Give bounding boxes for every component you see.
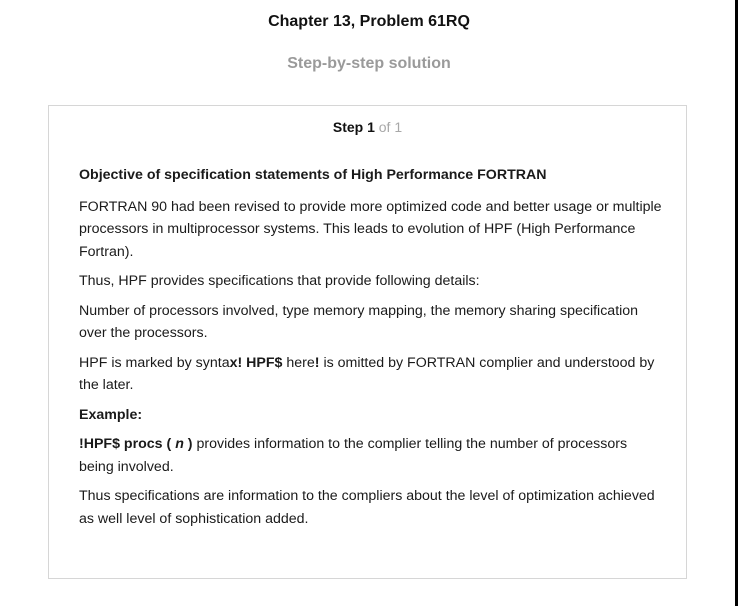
example-heading: Example: bbox=[79, 406, 143, 423]
solution-subtitle: Step-by-step solution bbox=[287, 55, 451, 72]
example-code-1: !HPF$ procs ( bbox=[79, 436, 176, 452]
syntax-bold-1: x! HPF$ bbox=[229, 354, 283, 371]
syntax-text-2: here bbox=[282, 354, 315, 371]
paragraph-fortran90: FORTRAN 90 had been revised to provide m… bbox=[79, 198, 662, 260]
step-header: Step 1 of 1 bbox=[49, 119, 686, 135]
paragraph-example: !HPF$ procs ( n ) provides information t… bbox=[79, 433, 664, 478]
objective-heading: Objective of specification statements of… bbox=[79, 167, 547, 183]
syntax-text-1: HPF is marked by synta bbox=[79, 354, 230, 371]
step-label: Step 1 bbox=[332, 119, 375, 135]
step-count: of 1 bbox=[374, 119, 403, 135]
paragraph-hpf-details: Thus, HPF provides specifications that p… bbox=[79, 273, 480, 289]
step-card: Step 1 of 1 Objective of specification s… bbox=[48, 105, 687, 579]
paragraph-conclusion: Thus specifications are information to t… bbox=[79, 488, 655, 527]
step-body: Objective of specification statements of… bbox=[79, 164, 664, 537]
example-code-var: n bbox=[175, 436, 184, 452]
paragraph-processors: Number of processors involved, type memo… bbox=[79, 302, 639, 342]
paragraph-hpf-syntax: HPF is marked by syntax! HPF$ here! is o… bbox=[79, 352, 664, 397]
chapter-title: Chapter 13, Problem 61RQ bbox=[268, 13, 470, 30]
example-code-2: ) bbox=[183, 436, 193, 452]
